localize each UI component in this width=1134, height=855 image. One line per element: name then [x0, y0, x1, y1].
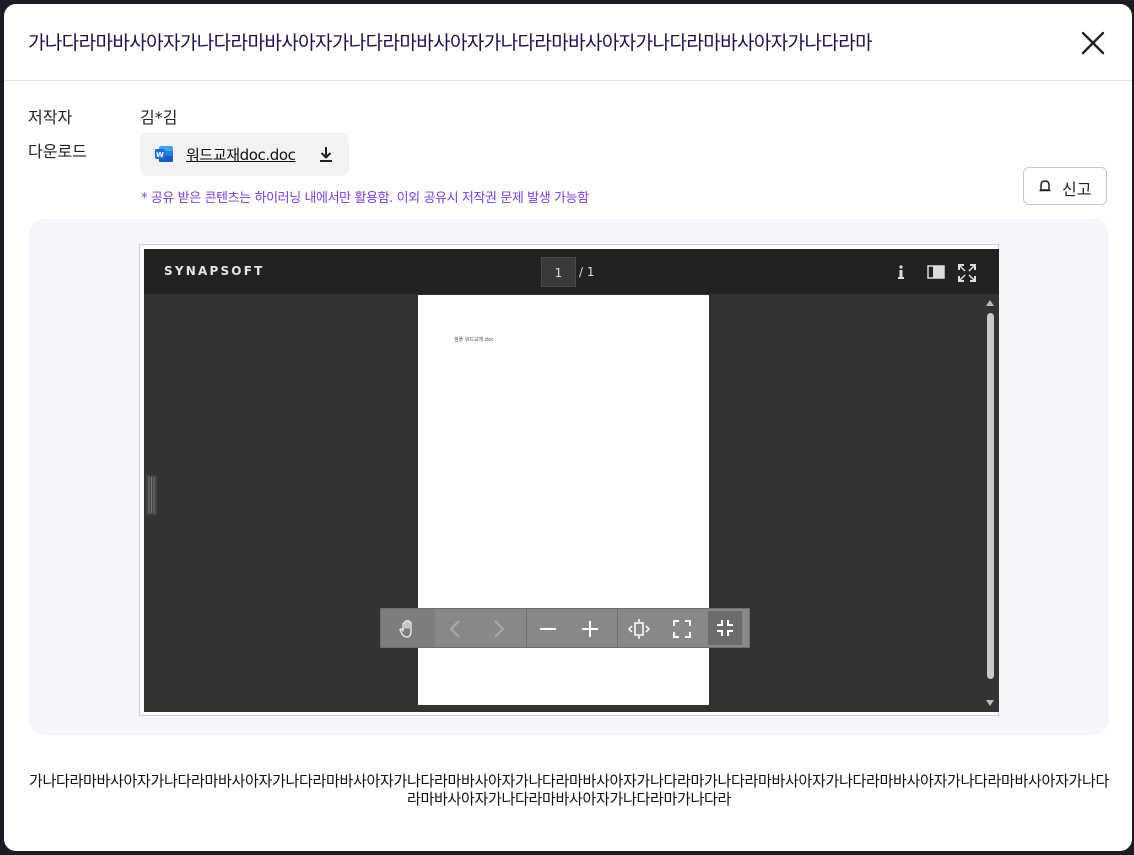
word-file-icon: W [155, 146, 173, 162]
bell-icon [1039, 180, 1051, 192]
hand-icon[interactable] [397, 618, 419, 640]
close-button[interactable] [1078, 28, 1108, 58]
download-icon [320, 147, 332, 162]
chevron-left-icon[interactable] [445, 618, 467, 640]
pan-tool-segment [381, 609, 435, 647]
zoom-segment [527, 609, 617, 647]
fit-width-icon[interactable] [628, 618, 650, 640]
viewer-brand: SYNAPSOFT [164, 264, 265, 278]
scroll-down-icon[interactable] [984, 697, 996, 709]
viewer-toolbar: SYNAPSOFT 1 / 1 [144, 249, 999, 294]
sidebar-resize-handle[interactable] [146, 475, 157, 515]
page-nav-segment [435, 609, 527, 647]
file-download-button[interactable]: W 워드교재doc.doc [140, 132, 349, 176]
page-number-input[interactable]: 1 [541, 257, 576, 287]
scroll-thumb[interactable] [987, 313, 994, 679]
minus-icon[interactable] [537, 618, 559, 640]
copyright-notice: * 공유 받은 콘텐츠는 하이러닝 내에서만 활용함. 이외 공유시 저작권 문… [141, 191, 589, 206]
download-label: 다운로드 [28, 142, 87, 161]
author-value: 김*김 [140, 108, 178, 127]
author-label: 저작자 [28, 108, 73, 127]
document-page-text: 샘플 워드교재.doc [454, 337, 494, 343]
preview-area: SYNAPSOFT 1 / 1 샘플 워드교재.doc [29, 219, 1109, 735]
document-viewer: SYNAPSOFT 1 / 1 샘플 워드교재.doc [144, 249, 999, 712]
svg-text:W: W [156, 151, 164, 159]
sidebar-toggle-icon[interactable] [927, 264, 945, 280]
info-icon[interactable] [894, 264, 908, 280]
modal-title: 가나다라마바사아자가나다라마바사아자가나다라마바사아자가나다라마바사아자가나다라… [28, 32, 873, 54]
fit-segment [618, 609, 750, 647]
file-name-link[interactable]: 워드교재doc.doc [186, 144, 296, 165]
modal-header: 가나다라마바사아자가나다라마바사아자가나다라마바사아자가나다라마바사아자가나다라… [4, 4, 1132, 81]
page-total: / 1 [579, 265, 595, 279]
report-button[interactable]: 신고 [1023, 167, 1107, 205]
scroll-up-icon[interactable] [984, 297, 996, 309]
chevron-right-icon[interactable] [487, 618, 509, 640]
document-description: 가나다라마바사아자가나다라마바사아자가나다라마바사아자가나다라마바사아자가나다라… [28, 772, 1109, 808]
fullscreen-icon[interactable] [958, 264, 976, 282]
close-icon [1081, 31, 1105, 55]
report-button-label: 신고 [1062, 180, 1092, 199]
viewer-scrollbar[interactable] [984, 297, 996, 709]
document-detail-modal: 가나다라마바사아자가나다라마바사아자가나다라마바사아자가나다라마바사아자가나다라… [4, 4, 1132, 851]
viewer-frame: SYNAPSOFT 1 / 1 샘플 워드교재.doc [139, 244, 999, 716]
collapse-icon [717, 620, 733, 636]
fit-page-icon[interactable] [671, 618, 693, 640]
collapse-button[interactable] [708, 611, 742, 645]
plus-icon[interactable] [579, 618, 601, 640]
viewer-bottom-toolbar [380, 608, 750, 648]
